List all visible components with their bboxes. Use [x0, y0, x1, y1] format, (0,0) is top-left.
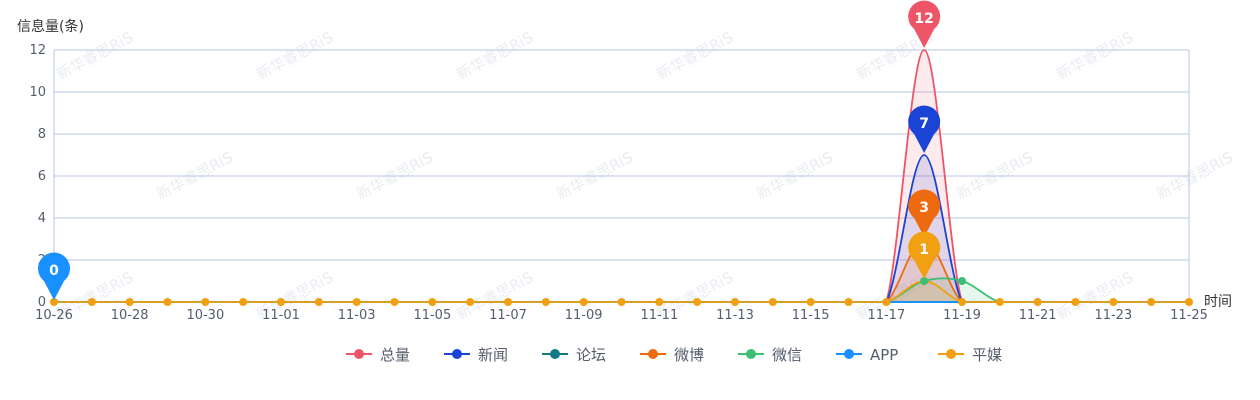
- legend-marker: [844, 349, 854, 359]
- legend-marker: [354, 349, 364, 359]
- x-tick-label: 11-01: [262, 308, 300, 323]
- y-tick-label: 6: [38, 169, 46, 184]
- data-point[interactable]: [617, 298, 626, 306]
- x-axis-ticks: 10-26 10-28 10-30 11-01 11-03 11-05 11-07 11-09…: [35, 308, 1208, 323]
- data-point[interactable]: [428, 298, 437, 306]
- x-tick-label: 10-26: [35, 308, 73, 323]
- data-point[interactable]: [579, 298, 588, 306]
- series-line-微博: [54, 238, 1189, 303]
- legend-label: 微博: [674, 346, 704, 364]
- data-point[interactable]: [768, 298, 777, 306]
- watermark-text: 新华睿思RiS: [653, 28, 736, 83]
- legend-label: 微信: [772, 346, 802, 364]
- watermark-text: 新华睿思RiS: [453, 28, 536, 83]
- x-tick-label: 11-13: [716, 308, 754, 323]
- x-tick-label: 10-30: [186, 308, 224, 323]
- legend-marker: [648, 349, 658, 359]
- legend-marker: [550, 349, 560, 359]
- data-point[interactable]: [958, 277, 966, 285]
- marker-value-label: 7: [919, 116, 929, 132]
- data-point[interactable]: [844, 298, 853, 306]
- x-tick-label: 10-28: [111, 308, 149, 323]
- marker-pin-APP[interactable]: 0: [38, 252, 70, 300]
- legend-item-APP[interactable]: APP: [836, 346, 898, 364]
- legend-marker: [946, 349, 956, 359]
- y-tick-label: 8: [38, 127, 46, 142]
- data-point[interactable]: [731, 298, 739, 306]
- data-point[interactable]: [958, 298, 966, 306]
- x-tick-label: 11-19: [943, 308, 981, 323]
- data-point[interactable]: [201, 298, 210, 306]
- legend-item-新闻[interactable]: 新闻: [444, 346, 508, 364]
- x-tick-label: 11-21: [1019, 308, 1057, 323]
- series-area-微博: [54, 239, 1189, 302]
- data-point[interactable]: [314, 298, 323, 306]
- marker-value-label: 3: [919, 200, 929, 216]
- legend-item-微博[interactable]: 微博: [640, 346, 704, 364]
- data-point[interactable]: [995, 298, 1004, 306]
- legend-item-总量[interactable]: 总量: [346, 346, 410, 364]
- grid-lines: [53, 49, 1190, 303]
- data-point[interactable]: [504, 298, 512, 306]
- x-tick-label: 11-11: [640, 308, 678, 323]
- x-tick-label: 11-09: [565, 308, 603, 323]
- data-point[interactable]: [87, 298, 96, 306]
- line-chart: 新华睿思RiS 新华睿思RiS 新华睿思RiS 新华睿思RiS 新华睿思RiS 新华睿思R…: [17, 0, 1236, 364]
- data-point[interactable]: [1033, 298, 1042, 306]
- y-axis-title: 信息量(条): [17, 18, 84, 35]
- legend-label: 论坛: [576, 346, 606, 364]
- x-tick-label: 11-23: [1094, 308, 1132, 323]
- legend-item-微信[interactable]: 微信: [738, 346, 802, 364]
- x-tick-label: 11-03: [338, 308, 376, 323]
- data-point[interactable]: [1185, 298, 1193, 306]
- data-point[interactable]: [1109, 298, 1118, 306]
- x-tick-label: 11-07: [489, 308, 527, 323]
- value-markers: 12 7 3 1 0: [38, 0, 941, 300]
- legend-marker: [452, 349, 462, 359]
- series-area-新闻: [54, 155, 1189, 302]
- data-point[interactable]: [1147, 298, 1156, 306]
- data-point[interactable]: [239, 298, 248, 306]
- marker-value-label: 12: [914, 11, 933, 27]
- data-point[interactable]: [466, 298, 475, 306]
- x-tick-label: 11-25: [1170, 308, 1208, 323]
- legend-marker: [746, 349, 756, 359]
- watermark-text: 新华睿思RiS: [1053, 28, 1136, 83]
- legend-item-平媒[interactable]: 平媒: [938, 346, 1002, 364]
- x-tick-label: 11-15: [792, 308, 830, 323]
- legend-label: 新闻: [478, 346, 508, 364]
- legend-label: APP: [870, 346, 898, 364]
- watermark-text: 新华睿思RiS: [253, 28, 336, 83]
- data-point[interactable]: [1071, 298, 1080, 306]
- legend-label: 总量: [380, 346, 410, 364]
- data-point[interactable]: [693, 298, 702, 306]
- data-point[interactable]: [882, 298, 891, 306]
- data-point[interactable]: [163, 298, 172, 306]
- legend[interactable]: 总量 新闻 论坛 微博 微信 APP 平媒: [346, 346, 1002, 364]
- data-point[interactable]: [277, 298, 285, 306]
- y-tick-label: 4: [38, 211, 46, 226]
- data-point[interactable]: [655, 298, 664, 306]
- series-line-新闻: [54, 154, 1189, 303]
- marker-value-label: 0: [49, 263, 59, 279]
- x-tick-label: 11-05: [413, 308, 451, 323]
- y-tick-label: 10: [29, 85, 46, 100]
- data-point[interactable]: [352, 298, 361, 306]
- data-point[interactable]: [390, 298, 399, 306]
- data-point[interactable]: [125, 298, 134, 306]
- marker-value-label: 1: [919, 242, 929, 258]
- x-axis-title: 时间: [1204, 294, 1232, 310]
- data-point[interactable]: [541, 298, 550, 306]
- watermark-text: 新华睿思RiS: [53, 28, 136, 83]
- legend-item-论坛[interactable]: 论坛: [542, 346, 606, 364]
- x-tick-label: 11-17: [867, 308, 905, 323]
- y-tick-label: 12: [29, 43, 46, 58]
- data-point[interactable]: [806, 298, 815, 306]
- legend-label: 平媒: [972, 346, 1002, 364]
